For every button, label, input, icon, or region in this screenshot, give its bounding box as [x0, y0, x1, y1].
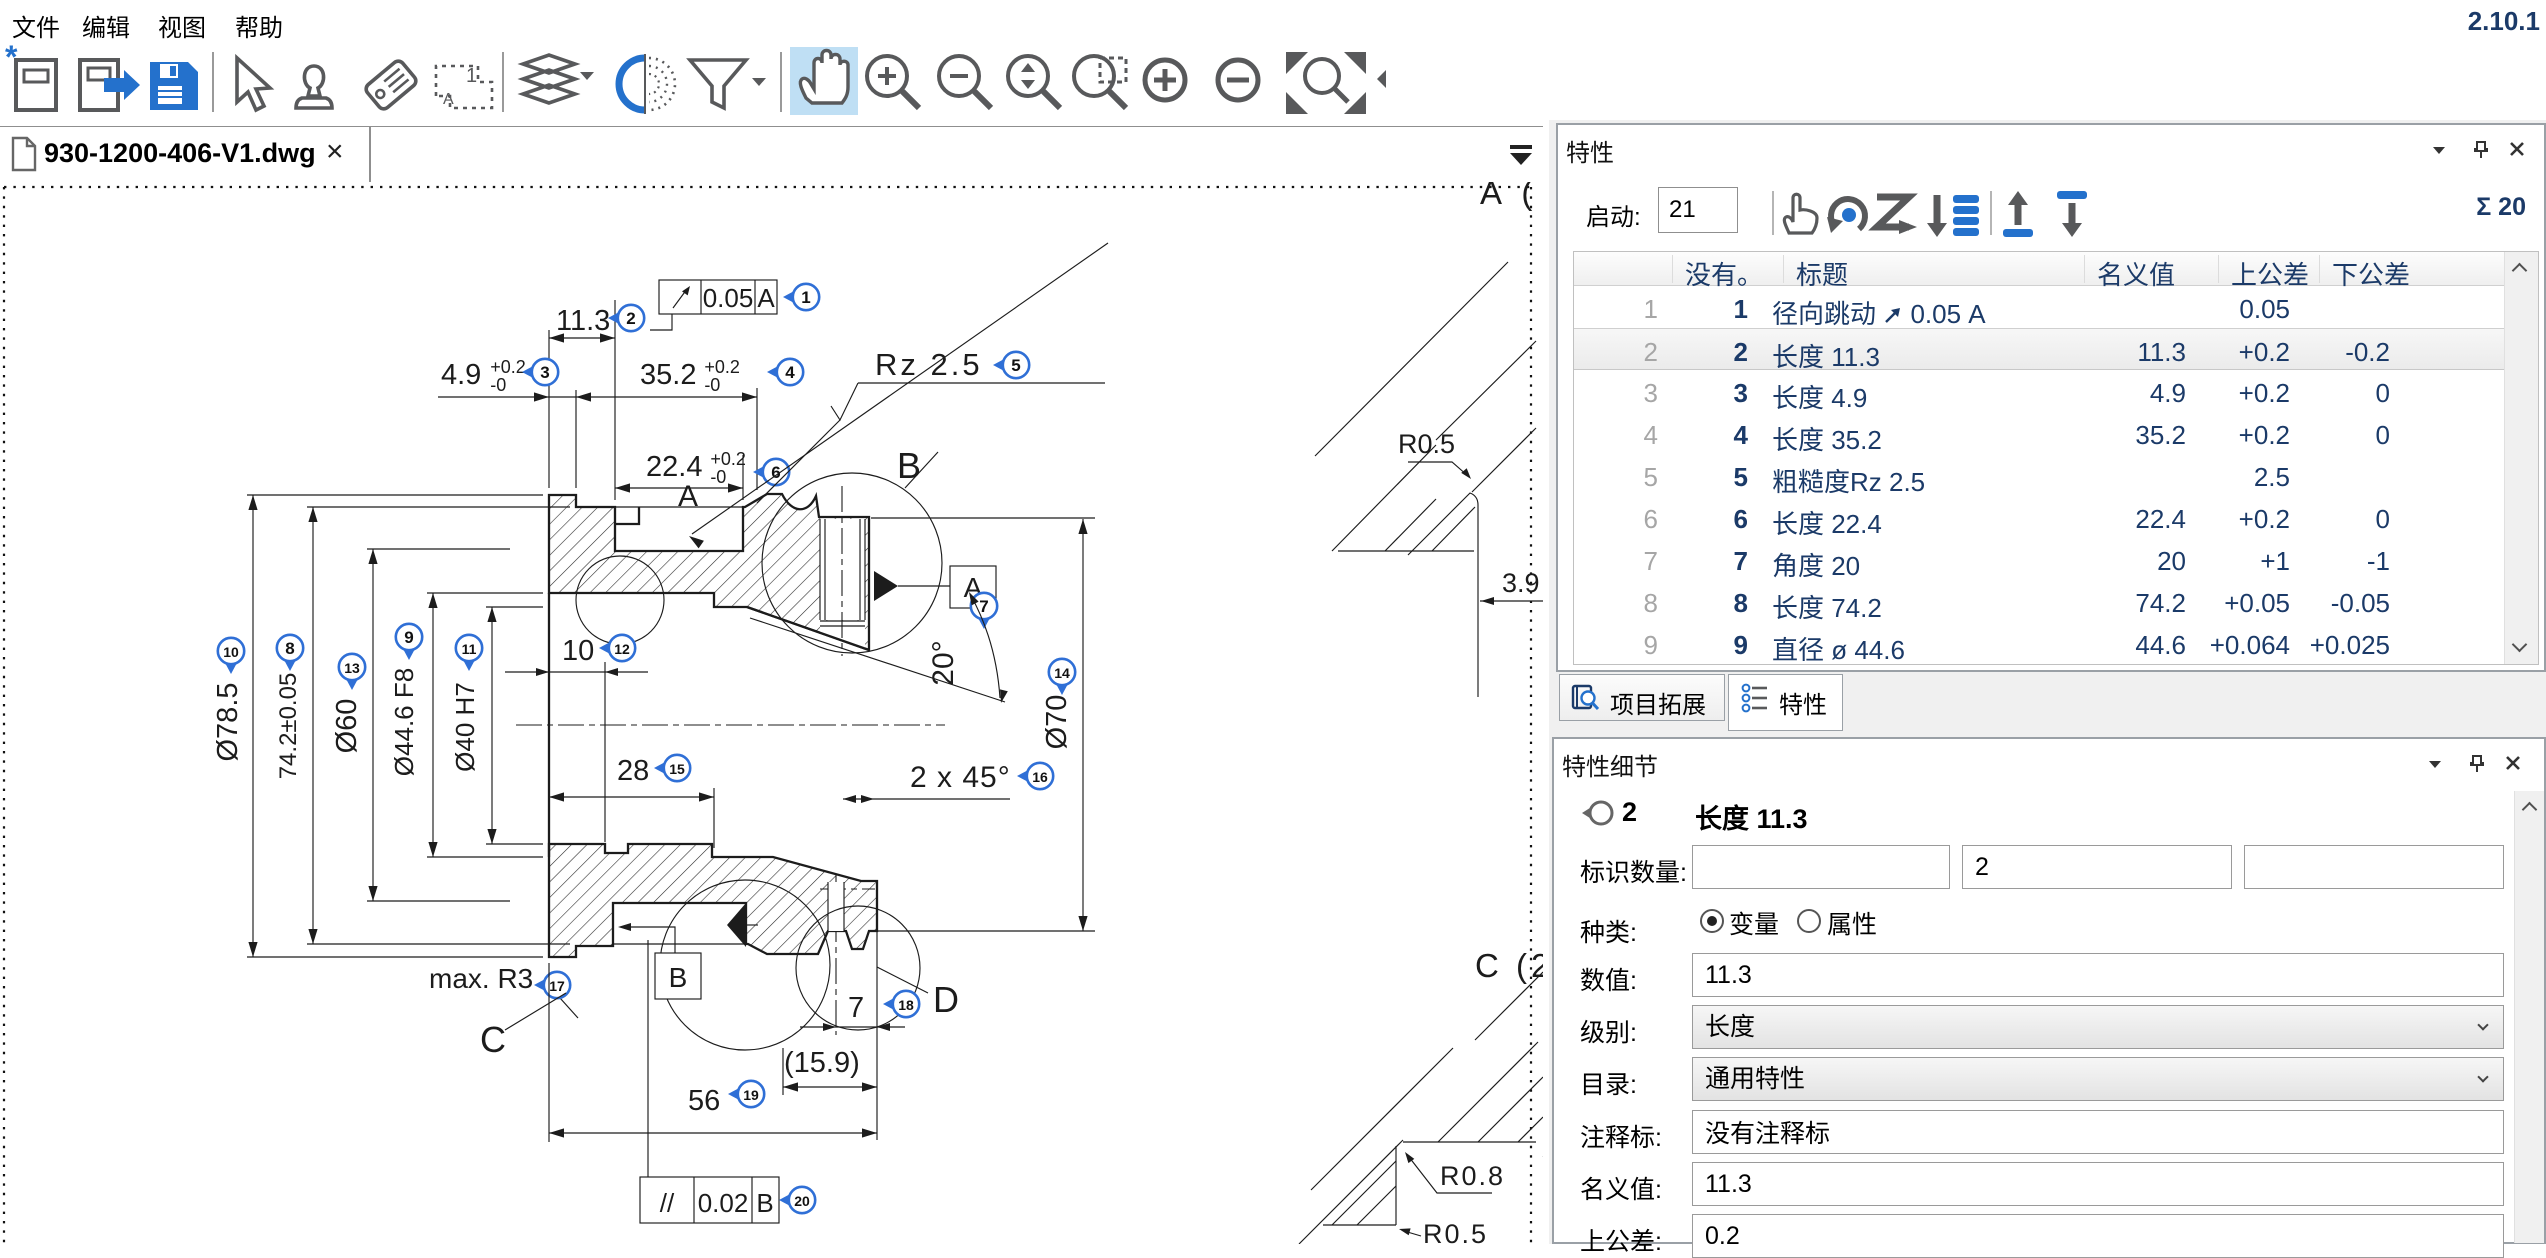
svg-text:+0.2: +0.2 [710, 449, 746, 469]
svg-text:15: 15 [669, 761, 685, 777]
svg-text:D: D [933, 979, 959, 1020]
svg-text:20°: 20° [927, 640, 960, 685]
svg-text:2 x 45°: 2 x 45° [910, 761, 1011, 794]
svg-text:56: 56 [688, 1085, 720, 1117]
svg-text:Ø40 H7: Ø40 H7 [450, 682, 480, 772]
svg-text:A (: A ( [1480, 182, 1538, 211]
svg-text:8: 8 [285, 639, 294, 658]
svg-text:B: B [669, 962, 688, 993]
svg-text:Ø70: Ø70 [1041, 695, 1073, 750]
svg-text:A: A [443, 91, 454, 108]
svg-text:R0.5: R0.5 [1398, 429, 1455, 459]
svg-text://: // [660, 1188, 675, 1218]
svg-text:12: 12 [614, 641, 630, 657]
svg-text:*: * [5, 42, 18, 75]
svg-text:+0.2: +0.2 [704, 357, 740, 377]
svg-text:7: 7 [979, 597, 988, 616]
svg-text:28: 28 [617, 755, 649, 787]
svg-text:18: 18 [898, 997, 914, 1013]
svg-text:20: 20 [794, 1193, 810, 1209]
svg-text:-0: -0 [704, 375, 720, 395]
svg-text:22.4: 22.4 [646, 451, 702, 483]
svg-text:C (2: C (2 [1475, 947, 1543, 984]
svg-text:13: 13 [344, 660, 360, 676]
svg-text:R0.5: R0.5 [1423, 1219, 1488, 1244]
svg-text:B: B [756, 1188, 773, 1218]
svg-text:11: 11 [462, 641, 477, 657]
svg-text:Ø60: Ø60 [331, 699, 363, 754]
svg-text:1: 1 [801, 288, 810, 307]
svg-text:0.02: 0.02 [698, 1188, 749, 1218]
svg-text:Rz 2.5: Rz 2.5 [875, 347, 983, 382]
svg-text:-0: -0 [490, 375, 506, 395]
svg-text:(15.9): (15.9) [784, 1047, 860, 1079]
svg-text:74.2±0.05: 74.2±0.05 [275, 673, 302, 780]
svg-text:max. R3: max. R3 [429, 963, 533, 994]
svg-text:4.9: 4.9 [441, 359, 481, 391]
svg-text:7: 7 [848, 992, 864, 1024]
svg-text:-0: -0 [710, 467, 726, 487]
svg-text:A: A [678, 480, 698, 513]
svg-text:A: A [757, 283, 775, 313]
svg-text:16: 16 [1032, 769, 1048, 785]
svg-text:R0.8: R0.8 [1440, 1161, 1505, 1191]
svg-text:11.3: 11.3 [556, 305, 610, 337]
svg-text:+0.2: +0.2 [490, 357, 526, 377]
svg-text:17: 17 [549, 978, 565, 994]
svg-text:9: 9 [404, 628, 413, 647]
svg-text:C: C [480, 1019, 506, 1060]
svg-text:Ø78.5: Ø78.5 [212, 683, 244, 762]
svg-text:2: 2 [626, 309, 635, 328]
svg-text:4: 4 [785, 363, 795, 382]
svg-text:3: 3 [540, 363, 549, 382]
svg-text:Ø44.6 F8: Ø44.6 F8 [389, 668, 419, 776]
svg-text:10: 10 [223, 644, 239, 660]
svg-text:10: 10 [562, 635, 594, 667]
svg-text:0.05: 0.05 [703, 283, 754, 313]
svg-text:5: 5 [1011, 356, 1020, 375]
svg-text:35.2: 35.2 [640, 359, 696, 391]
svg-text:B: B [897, 445, 921, 486]
svg-text:14: 14 [1054, 665, 1070, 681]
svg-text:1: 1 [466, 65, 477, 87]
svg-text:19: 19 [743, 1087, 759, 1103]
svg-text:3.9: 3.9 [1502, 568, 1540, 598]
